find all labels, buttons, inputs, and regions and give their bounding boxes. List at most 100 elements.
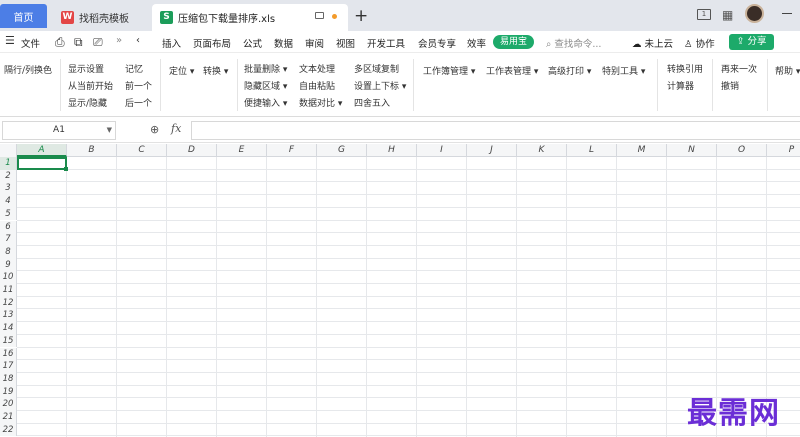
share-button[interactable]: ⇪ 分享 bbox=[729, 34, 774, 50]
column-header-m[interactable]: M bbox=[617, 144, 667, 157]
repeat-button[interactable]: 再来一次 bbox=[721, 62, 757, 75]
column-header-g[interactable]: G bbox=[317, 144, 367, 157]
cloud-status[interactable]: ☁ 未上云 bbox=[632, 36, 673, 50]
menu-developer[interactable]: 开发工具 bbox=[367, 36, 405, 50]
column-header-h[interactable]: H bbox=[367, 144, 417, 157]
column-header-c[interactable]: C bbox=[117, 144, 167, 157]
menu-insert[interactable]: 插入 bbox=[162, 36, 181, 50]
menu-page-layout[interactable]: 页面布局 bbox=[193, 36, 231, 50]
locate-dropdown[interactable]: 定位 ▾ bbox=[169, 64, 194, 77]
start-from-current-button[interactable]: 从当前开始 bbox=[68, 79, 113, 92]
menu-review[interactable]: 审阅 bbox=[305, 36, 324, 50]
easy-tool-tab[interactable]: 易用宝 bbox=[493, 35, 535, 49]
spreadsheet-grid[interactable]: ABCDEFGHIJKLMNOP 1 2 3 4 5 6 7 8 9 10 11 12 13 14 15 16… bbox=[0, 144, 800, 437]
row-header-8[interactable]: 8 bbox=[0, 245, 17, 259]
row-header-2[interactable]: 2 bbox=[0, 169, 17, 183]
column-header-k[interactable]: K bbox=[517, 144, 567, 157]
command-search[interactable]: ⌕ 查找命令... bbox=[546, 36, 601, 50]
superscript-subscript-dropdown[interactable]: 设置上下标 ▾ bbox=[354, 79, 406, 92]
menu-view[interactable]: 视图 bbox=[336, 36, 355, 50]
column-header-i[interactable]: I bbox=[417, 144, 467, 157]
menu-file[interactable]: 文件 bbox=[21, 36, 40, 50]
fill-handle[interactable] bbox=[64, 167, 68, 171]
row-header-11[interactable]: 11 bbox=[0, 284, 17, 297]
column-header-p[interactable]: P bbox=[767, 144, 800, 157]
row-header-18[interactable]: 18 bbox=[0, 372, 17, 386]
row-header-14[interactable]: 14 bbox=[0, 322, 17, 335]
row-header-16[interactable]: 16 bbox=[0, 347, 17, 361]
text-process-button[interactable]: 文本处理 bbox=[299, 62, 335, 75]
row-header-4[interactable]: 4 bbox=[0, 195, 17, 208]
free-paste-button[interactable]: 自由粘贴 bbox=[299, 79, 335, 92]
worksheet-manage-dropdown[interactable]: 工作表管理 ▾ bbox=[486, 64, 538, 77]
hamburger-icon[interactable]: ☰ bbox=[5, 34, 15, 47]
save-icon[interactable]: ⎙ bbox=[55, 35, 65, 50]
column-header-e[interactable]: E bbox=[217, 144, 267, 157]
select-all-corner[interactable] bbox=[0, 144, 17, 157]
menu-efficiency[interactable]: 效率 bbox=[467, 36, 486, 50]
memory-button[interactable]: 记忆 bbox=[125, 62, 143, 75]
next-button[interactable]: 后一个 bbox=[125, 96, 152, 109]
row-header-15[interactable]: 15 bbox=[0, 334, 17, 348]
row-header-17[interactable]: 17 bbox=[0, 360, 17, 373]
menu-member[interactable]: 会员专享 bbox=[418, 36, 456, 50]
row-header-12[interactable]: 12 bbox=[0, 296, 17, 310]
convert-reference-button[interactable]: 转换引用 bbox=[667, 62, 703, 75]
apps-grid-icon[interactable]: ▦ bbox=[722, 8, 733, 22]
new-tab-button[interactable]: + bbox=[354, 6, 368, 26]
more-icon[interactable]: » bbox=[116, 35, 122, 46]
row-header-22[interactable]: 22 bbox=[0, 423, 17, 437]
display-settings-button[interactable]: 显示设置 bbox=[68, 62, 104, 75]
special-tools-dropdown[interactable]: 特别工具 ▾ bbox=[602, 64, 645, 77]
undo-button[interactable]: 撤销 bbox=[721, 79, 739, 92]
name-box[interactable]: A1 ▼ bbox=[2, 121, 116, 140]
row-header-21[interactable]: 21 bbox=[0, 411, 17, 424]
function-icon[interactable]: fx bbox=[171, 122, 181, 135]
row-header-1[interactable]: 1 bbox=[0, 157, 17, 170]
scroll-left-icon[interactable]: ‹ bbox=[136, 35, 140, 46]
data-compare-dropdown[interactable]: 数据对比 ▾ bbox=[299, 96, 342, 109]
row-header-3[interactable]: 3 bbox=[0, 182, 17, 196]
show-hide-button[interactable]: 显示/隐藏 bbox=[68, 96, 107, 109]
column-header-n[interactable]: N bbox=[667, 144, 717, 157]
active-cell[interactable] bbox=[17, 157, 67, 170]
menu-data[interactable]: 数据 bbox=[274, 36, 293, 50]
formula-input[interactable] bbox=[191, 121, 800, 140]
tab-template[interactable]: W 找稻壳模板 bbox=[51, 4, 148, 31]
column-header-d[interactable]: D bbox=[167, 144, 217, 157]
column-header-l[interactable]: L bbox=[567, 144, 617, 157]
column-header-j[interactable]: J bbox=[467, 144, 517, 157]
monitor-icon[interactable] bbox=[315, 12, 324, 19]
hide-region-dropdown[interactable]: 隐藏区域 ▾ bbox=[244, 79, 287, 92]
column-header-o[interactable]: O bbox=[717, 144, 767, 157]
export-icon[interactable]: ⧉ bbox=[74, 35, 83, 50]
batch-delete-dropdown[interactable]: 批量删除 ▾ bbox=[244, 62, 287, 75]
chevron-down-icon[interactable]: ▼ bbox=[107, 122, 112, 139]
previous-button[interactable]: 前一个 bbox=[125, 79, 152, 92]
help-dropdown[interactable]: 帮助 ▾ bbox=[775, 64, 800, 77]
collaborate-button[interactable]: ♙ 协作 bbox=[684, 36, 715, 50]
alternate-row-color-button[interactable]: 隔行/列换色 bbox=[4, 63, 52, 76]
column-header-b[interactable]: B bbox=[67, 144, 117, 157]
avatar[interactable] bbox=[745, 4, 764, 23]
workbook-manage-dropdown[interactable]: 工作簿管理 ▾ bbox=[423, 64, 475, 77]
column-header-a[interactable]: A bbox=[17, 144, 67, 157]
zoom-icon[interactable]: ⊕ bbox=[150, 123, 159, 136]
multi-region-copy-button[interactable]: 多区域复制 bbox=[354, 62, 399, 75]
row-header-7[interactable]: 7 bbox=[0, 233, 17, 246]
menu-formulas[interactable]: 公式 bbox=[243, 36, 262, 50]
advanced-print-dropdown[interactable]: 高级打印 ▾ bbox=[548, 64, 591, 77]
row-header-19[interactable]: 19 bbox=[0, 385, 17, 399]
layout-icon[interactable]: 1 bbox=[697, 9, 711, 20]
print-icon[interactable]: ⎚ bbox=[93, 35, 103, 50]
quick-input-dropdown[interactable]: 便捷输入 ▾ bbox=[244, 96, 287, 109]
minimize-icon[interactable] bbox=[782, 13, 792, 14]
row-header-5[interactable]: 5 bbox=[0, 207, 17, 221]
row-header-9[interactable]: 9 bbox=[0, 258, 17, 272]
column-header-f[interactable]: F bbox=[267, 144, 317, 157]
tab-home[interactable]: 首页 bbox=[0, 4, 47, 28]
row-header-6[interactable]: 6 bbox=[0, 220, 17, 234]
row-header-20[interactable]: 20 bbox=[0, 398, 17, 411]
row-header-10[interactable]: 10 bbox=[0, 271, 17, 284]
row-header-13[interactable]: 13 bbox=[0, 309, 17, 323]
